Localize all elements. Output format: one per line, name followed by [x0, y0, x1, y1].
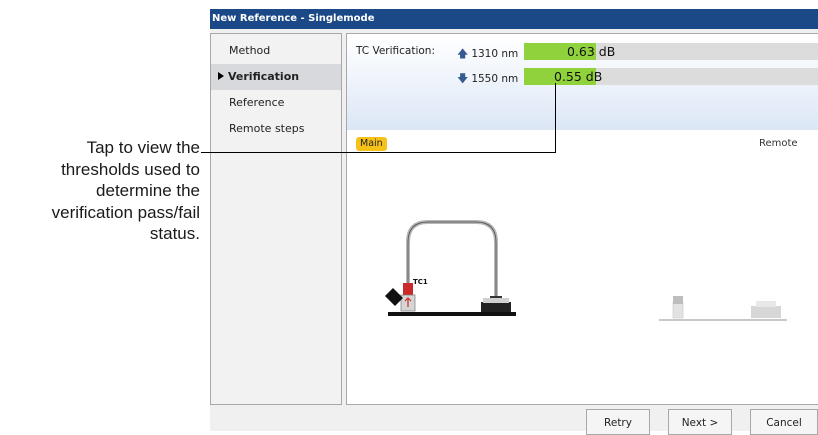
current-step-icon: [218, 72, 224, 80]
callout-line: thresholds used to: [61, 159, 200, 179]
sidebar-item-verification[interactable]: Verification: [211, 64, 341, 90]
remote-bench-line: [659, 319, 787, 321]
callout-leader-vertical: [555, 83, 556, 153]
callout-line: Tap to view the: [86, 138, 200, 157]
sidebar-item-label: Verification: [228, 70, 300, 83]
sidebar-item-method[interactable]: Method: [211, 38, 341, 64]
main-panel: TC Verification: 🡅 1310 nm 0.63 dB 🡇 1550 …: [346, 33, 818, 405]
button-bar: Retry Next > Cancel: [210, 405, 818, 435]
sidebar-item-label: Remote steps: [229, 122, 305, 135]
window-title: New Reference - Singlemode: [210, 9, 818, 29]
right-port-block: [481, 302, 511, 312]
retry-button[interactable]: Retry: [586, 409, 650, 435]
connection-diagram: [385, 220, 787, 321]
remote-left-port: [672, 301, 684, 319]
sidebar-item-label: Method: [229, 44, 271, 57]
cancel-button[interactable]: Cancel: [750, 409, 818, 435]
remote-unit-illustration: [659, 296, 787, 321]
reference-window: New Reference - Singlemode Method Verifi…: [210, 9, 818, 435]
callout-line: status.: [149, 224, 200, 243]
remote-left-connector: [673, 296, 683, 304]
remote-right-port: [751, 306, 781, 318]
adapter-cap: [385, 288, 403, 306]
remote-right-top: [756, 301, 776, 307]
test-cord-loop: [406, 220, 498, 300]
callout-text: Tap to view the thresholds used to deter…: [0, 137, 200, 245]
tc1-connector: [403, 283, 413, 295]
next-button[interactable]: Next >: [668, 409, 732, 435]
test-cord-core: [407, 221, 497, 300]
right-port-top: [483, 298, 509, 303]
callout-line: determine the: [96, 181, 200, 200]
callout-line: verification pass/fail: [51, 202, 200, 222]
bench-line: [388, 312, 516, 316]
sidebar-item-label: Reference: [229, 96, 285, 109]
step-sidebar: Method Verification Reference Remote ste…: [210, 33, 342, 405]
sidebar-item-reference[interactable]: Reference: [211, 90, 341, 116]
sidebar-item-remote-steps[interactable]: Remote steps: [211, 116, 341, 142]
callout-leader-horizontal: [201, 152, 555, 153]
tc1-label: TC1: [413, 278, 428, 286]
main-unit-illustration: [385, 220, 516, 316]
